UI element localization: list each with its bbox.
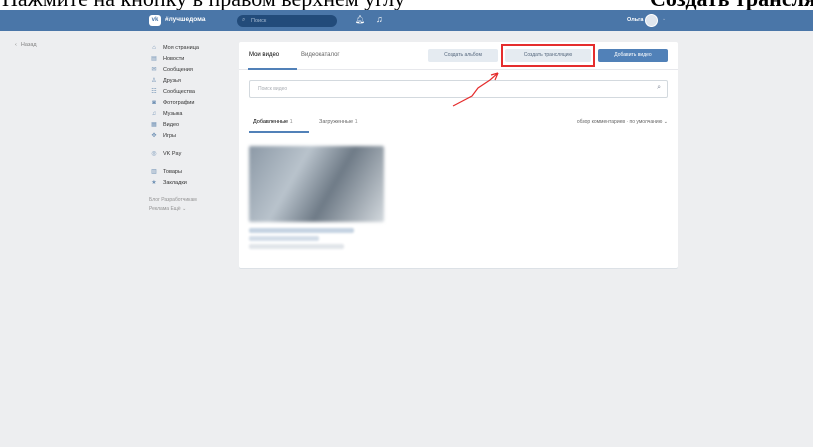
sidebar-item-label: Фотографии [163, 99, 195, 106]
footer-links-2[interactable]: Реклама Ещё ⌄ [149, 205, 234, 214]
sidebar-item-friends[interactable]: ♙ Друзья [149, 75, 234, 86]
sidebar-item-label: Закладки [163, 179, 187, 186]
vk-logo-icon[interactable]: vk [149, 15, 161, 26]
sidebar-separator [149, 159, 234, 166]
vkpay-icon: ◎ [151, 151, 157, 157]
bookmarks-icon: ★ [151, 180, 157, 186]
sidebar-item-music[interactable]: ♫ Музыка [149, 108, 234, 119]
video-stats-blurred [249, 244, 344, 249]
notifications-bell-icon[interactable]: 🔔︎ [355, 15, 365, 24]
photos-icon: ◙ [152, 99, 156, 106]
video-tabs: Мои видео Видеокаталог Создать альбом Со… [239, 42, 678, 70]
sidebar-item-news[interactable]: ▤ Новости [149, 53, 234, 64]
games-icon: ✥ [151, 133, 157, 139]
avatar[interactable] [645, 14, 658, 27]
sidebar-item-label: Сообщества [163, 88, 195, 95]
subtab-uploaded-label: Загруженные [319, 119, 354, 125]
add-video-button[interactable]: Добавить видео [598, 49, 668, 62]
music-icon: ♫ [151, 110, 157, 117]
communities-icon: ☷ [151, 89, 157, 95]
video-search-placeholder: Поиск видео [258, 86, 288, 92]
sidebar-separator [149, 141, 234, 148]
tab-my-videos[interactable]: Мои видео [249, 52, 279, 58]
tab-video-catalog[interactable]: Видеокаталог [301, 52, 340, 58]
chevron-down-icon[interactable]: ⌄ [662, 16, 666, 22]
video-card: Мои видео Видеокаталог Создать альбом Со… [239, 42, 678, 268]
instruction-caption: Нажмите на кнопку в правом верхнем углу … [0, 0, 813, 10]
subtab-uploaded[interactable]: Загруженные 1 [319, 119, 358, 125]
sidebar-item-label: Друзья [163, 77, 181, 84]
subtab-uploaded-count: 1 [354, 119, 358, 125]
footer-links-1[interactable]: Блог Разработчикам [149, 196, 234, 205]
active-tab-indicator [248, 68, 297, 70]
caption-right: Создать трансляцию [650, 0, 813, 10]
sort-dropdown[interactable]: обзор комментариев · по умолчанию ⌄ [577, 119, 668, 125]
sidebar: ⌂ Моя страница ▤ Новости ✉ Сообщения ♙ Друзь… [149, 42, 234, 214]
goods-icon: ▥ [151, 169, 157, 175]
create-album-button[interactable]: Создать альбом [428, 49, 498, 62]
sidebar-item-label: Новости [163, 55, 185, 62]
back-label: Назад [20, 42, 37, 48]
video-icon: ▦ [151, 122, 157, 128]
sidebar-item-goods[interactable]: ▥ Товары [149, 166, 234, 177]
video-author-blurred [249, 236, 319, 241]
video-meta-blurred [249, 228, 354, 252]
subtab-added-count: 1 [289, 119, 293, 125]
sidebar-item-video[interactable]: ▦ Видео [149, 119, 234, 130]
music-player-icon[interactable]: ♫ [376, 14, 383, 24]
global-search-placeholder: Поиск [251, 17, 267, 24]
friends-icon: ♙ [151, 78, 157, 84]
brand-hashtag[interactable]: #лучшедома [165, 16, 205, 23]
chevron-left-icon: ‹ [15, 42, 17, 48]
sidebar-footer: Блог Разработчикам Реклама Ещё ⌄ [149, 196, 234, 214]
sidebar-item-bookmarks[interactable]: ★ Закладки [149, 177, 234, 188]
subtab-added-label: Добавленные [253, 119, 289, 125]
video-thumbnail[interactable] [249, 146, 384, 222]
top-header: vk #лучшедома ⌕ Поиск 🔔︎ ♫ Ольга ⌄ [0, 10, 813, 31]
sidebar-item-my-page[interactable]: ⌂ Моя страница [149, 42, 234, 53]
sidebar-item-label: Моя страница [163, 44, 199, 51]
sidebar-item-vkpay[interactable]: ◎ VK Pay [149, 148, 234, 159]
global-search-input[interactable]: ⌕ Поиск [237, 15, 337, 27]
sidebar-item-label: Товары [163, 168, 182, 175]
sidebar-item-label: Игры [163, 132, 176, 139]
subtab-added[interactable]: Добавленные 1 [253, 119, 293, 125]
video-title-blurred[interactable] [249, 228, 354, 233]
news-icon: ▤ [151, 56, 157, 62]
user-name[interactable]: Ольга [627, 17, 643, 23]
search-icon[interactable]: ⌕ [657, 84, 661, 92]
sidebar-item-communities[interactable]: ☷ Сообщества [149, 86, 234, 97]
sidebar-item-messages[interactable]: ✉ Сообщения [149, 64, 234, 75]
sidebar-item-label: Видео [163, 121, 180, 128]
back-link[interactable]: ‹ Назад [15, 42, 37, 48]
sidebar-item-games[interactable]: ✥ Игры [149, 130, 234, 141]
video-subtabs: Добавленные 1 Загруженные 1 обзор коммен… [239, 114, 678, 133]
messages-icon: ✉ [151, 67, 157, 73]
sidebar-item-label: Музыка [163, 110, 183, 117]
sidebar-item-label: VK Pay [163, 150, 182, 157]
video-search-input[interactable]: Поиск видео ⌕ [249, 80, 668, 98]
sidebar-item-label: Сообщения [163, 66, 193, 73]
caption-left: Нажмите на кнопку в правом верхнем углу [2, 0, 405, 10]
highlight-box [501, 44, 595, 67]
search-icon: ⌕ [242, 17, 246, 23]
home-icon: ⌂ [152, 44, 156, 51]
sidebar-item-photos[interactable]: ◙ Фотографии [149, 97, 234, 108]
active-subtab-indicator [249, 131, 309, 133]
